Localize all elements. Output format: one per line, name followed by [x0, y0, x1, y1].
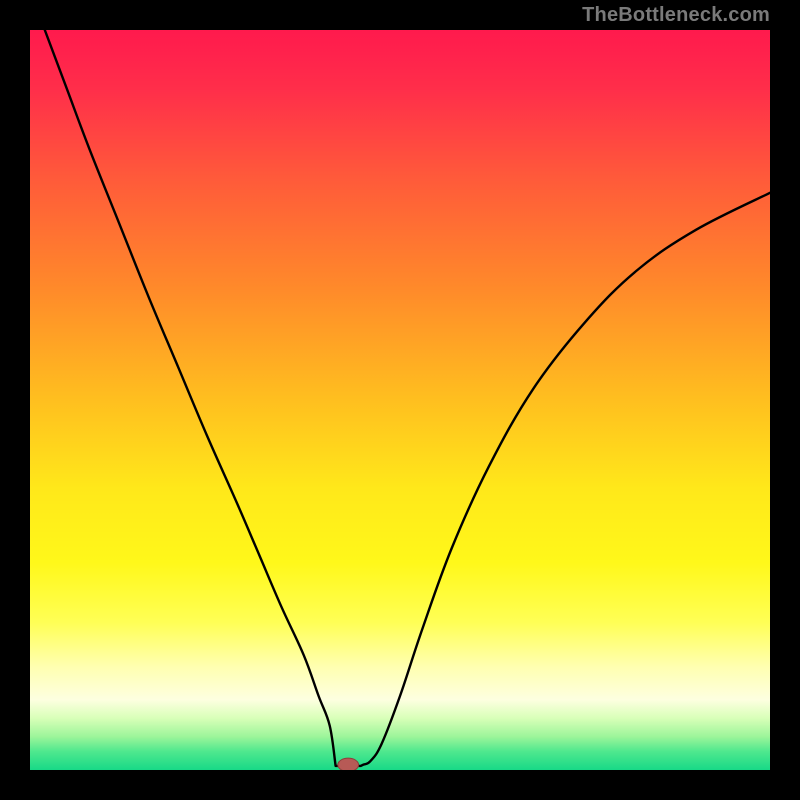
- chart-frame: TheBottleneck.com: [0, 0, 800, 800]
- bottleneck-marker: [338, 758, 359, 770]
- bottleneck-chart: [30, 30, 770, 770]
- gradient-background: [30, 30, 770, 770]
- plot-area: [30, 30, 770, 770]
- watermark-text: TheBottleneck.com: [582, 4, 770, 27]
